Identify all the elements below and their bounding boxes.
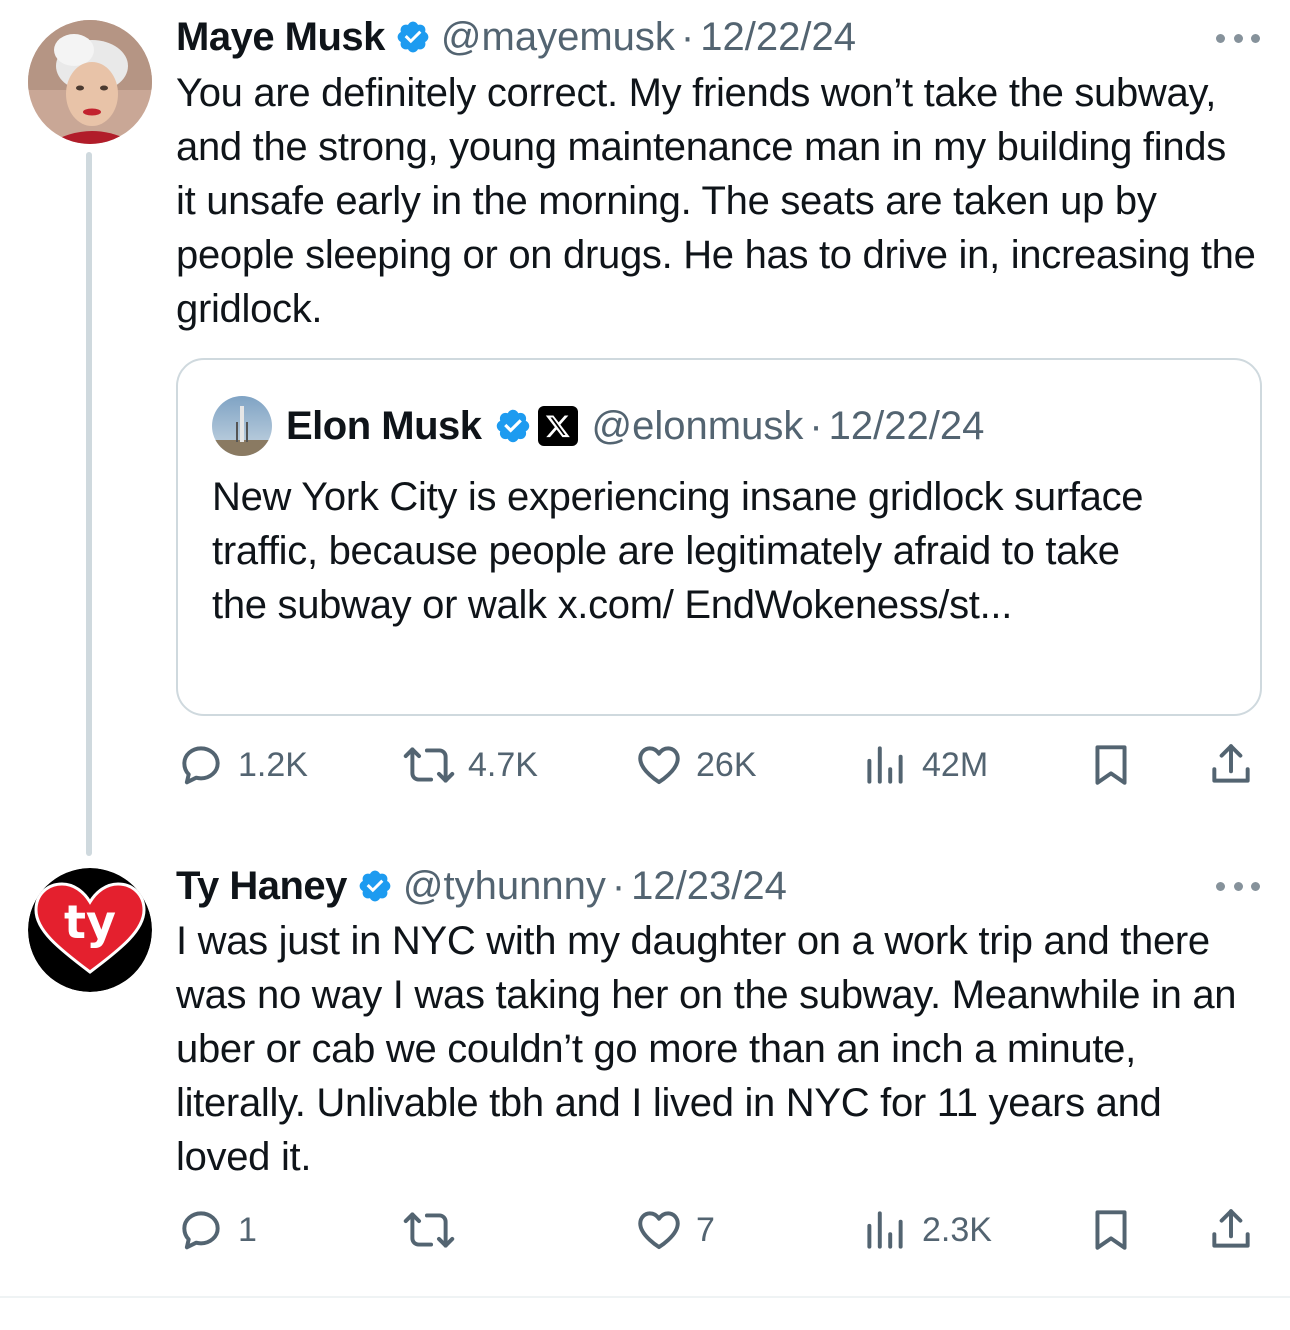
reply-count: 1.2K — [238, 745, 308, 784]
tweet-maye-musk[interactable]: Maye Musk @mayemusk · 12/22/24 You are d… — [0, 0, 1290, 856]
like-icon — [638, 746, 680, 785]
avatar-maye-musk[interactable] — [28, 20, 152, 144]
like-count: 7 — [696, 1210, 715, 1249]
repost-icon — [403, 747, 455, 783]
views-button[interactable]: 42M — [860, 740, 988, 790]
views-count: 2.3K — [922, 1210, 992, 1249]
views-count: 42M — [922, 745, 989, 784]
like-count: 26K — [696, 745, 757, 784]
author-handle[interactable]: @tyhunnny — [403, 866, 606, 906]
author-name[interactable]: Ty Haney — [176, 866, 347, 906]
header-separator: · — [611, 864, 626, 908]
share-icon — [1212, 744, 1250, 783]
reply-count: 1 — [238, 1210, 257, 1249]
more-icon[interactable] — [1216, 32, 1260, 44]
repost-icon — [403, 1212, 455, 1248]
author-name[interactable]: Maye Musk — [176, 17, 385, 57]
repost-count: 4.7K — [468, 745, 538, 784]
tweet-text: You are definitely correct. My friends w… — [176, 71, 1256, 331]
tweet-ty-haney[interactable]: ty Ty Haney @tyhunnny · 12/23/24 I was j… — [0, 840, 1290, 1296]
verified-badge-icon — [496, 409, 529, 443]
x-affiliate-icon — [537, 406, 578, 446]
views-button[interactable]: 2.3K — [860, 1205, 992, 1255]
ty-logo-text: ty — [64, 895, 116, 949]
tweet-date[interactable]: 12/23/24 — [631, 866, 787, 906]
tweet-actions: 1.2K 4.7K 26K 42M — [176, 740, 1262, 790]
share-button[interactable] — [1206, 1205, 1256, 1255]
repost-button[interactable] — [402, 1205, 468, 1255]
more-icon[interactable] — [1216, 880, 1260, 892]
quoted-tweet-date: 12/22/24 — [828, 403, 985, 448]
tweet-text: I was just in NYC with my daughter on a … — [176, 919, 1237, 1179]
author-handle[interactable]: @mayemusk — [441, 17, 675, 57]
avatar-ty-haney[interactable]: ty — [28, 868, 152, 992]
share-button[interactable] — [1206, 740, 1256, 790]
bottom-divider — [0, 1296, 1290, 1298]
reply-icon — [182, 746, 220, 785]
bookmark-button[interactable] — [1086, 1205, 1136, 1255]
quoted-tweet-header: Elon Musk @elonmusk · 12/22/24 — [286, 404, 984, 448]
like-button[interactable]: 26K — [634, 740, 757, 790]
tweet-header: Maye Musk @mayemusk · 12/22/24 — [176, 17, 856, 57]
share-icon — [1212, 1209, 1250, 1248]
like-button[interactable]: 7 — [634, 1205, 715, 1255]
reply-button[interactable]: 1 — [176, 1205, 257, 1255]
quoted-tweet-text: New York City is experiencing insane gri… — [212, 475, 1144, 627]
like-icon — [638, 1211, 680, 1250]
reply-icon — [182, 1211, 220, 1250]
quoted-tweet[interactable]: Elon Musk @elonmusk · 12/22/24 New York … — [176, 358, 1262, 716]
verified-badge-icon[interactable] — [395, 19, 431, 55]
views-icon — [867, 746, 903, 784]
tweet-date[interactable]: 12/22/24 — [700, 17, 856, 57]
quoted-header-separator: · — [809, 403, 823, 448]
bookmark-icon — [1095, 745, 1127, 785]
bookmark-icon — [1095, 1210, 1127, 1250]
views-icon — [867, 1211, 903, 1249]
tweet-actions: 1 7 2.3K — [176, 1205, 1262, 1255]
verified-badge-icon[interactable] — [357, 868, 393, 904]
thread-connector-line — [86, 152, 92, 856]
header-separator: · — [680, 15, 695, 59]
quoted-author-handle: @elonmusk — [591, 403, 804, 448]
avatar-elon-musk — [212, 396, 272, 456]
quoted-author-name: Elon Musk — [286, 403, 482, 448]
bookmark-button[interactable] — [1086, 740, 1136, 790]
reply-button[interactable]: 1.2K — [176, 740, 308, 790]
repost-button[interactable]: 4.7K — [402, 740, 538, 790]
tweet-header: Ty Haney @tyhunnny · 12/23/24 — [176, 866, 787, 906]
